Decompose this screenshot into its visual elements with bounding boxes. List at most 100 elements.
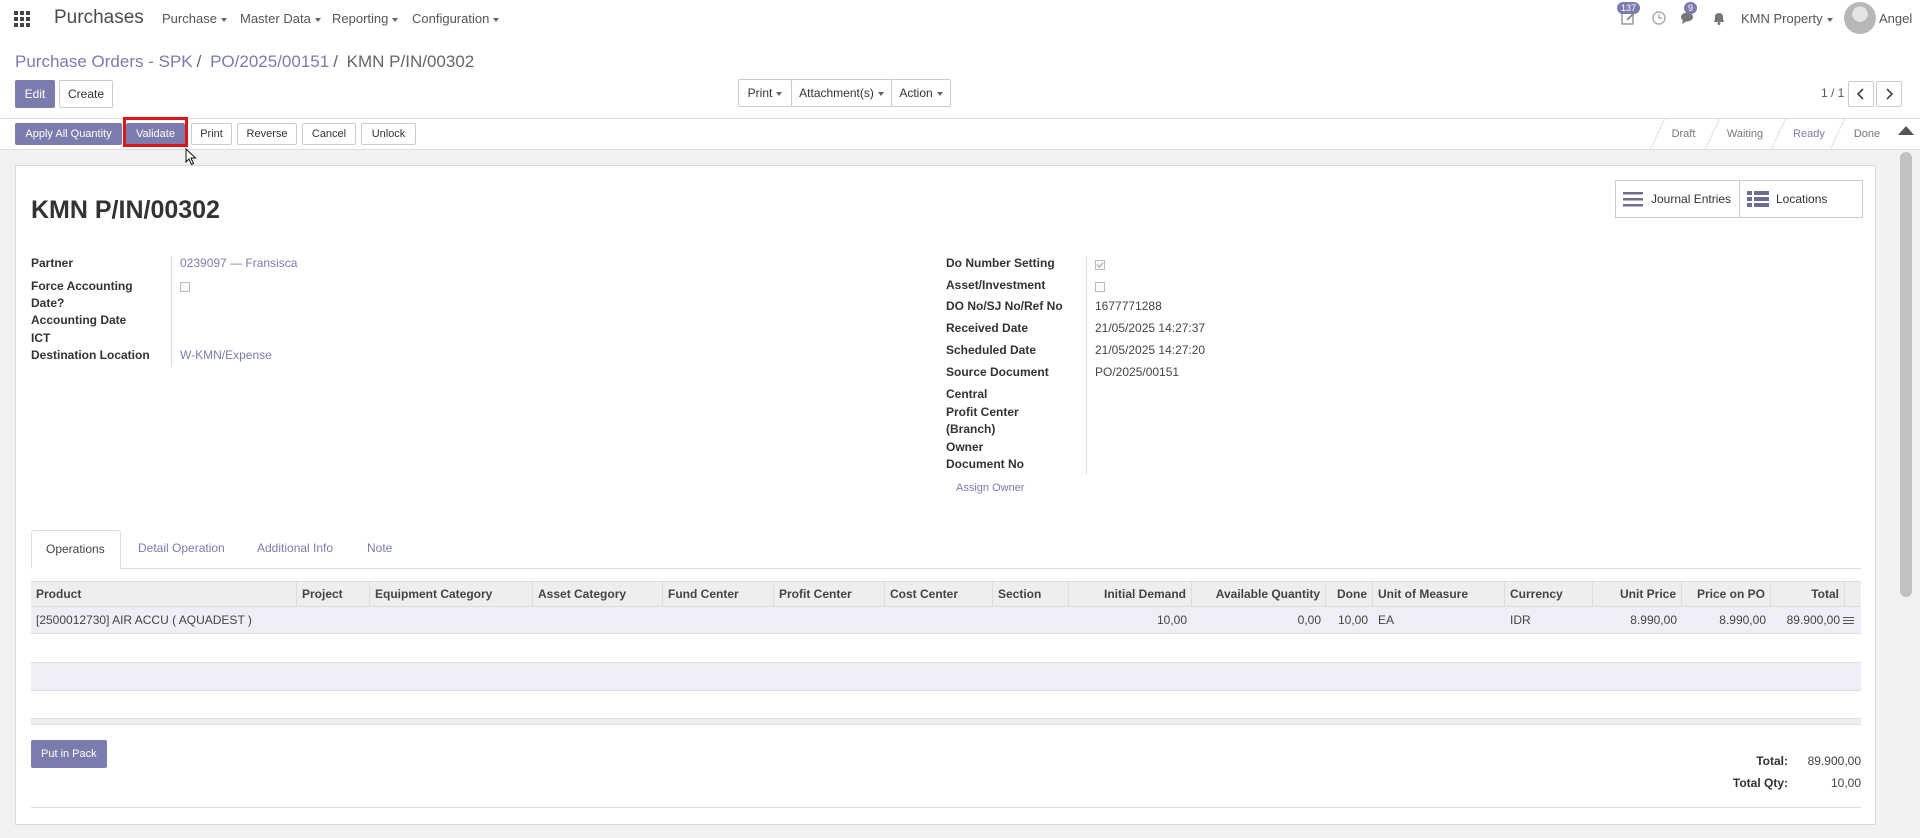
chevron-down-icon xyxy=(877,91,884,96)
field-divider xyxy=(171,256,172,367)
stage-ready[interactable]: Ready xyxy=(1783,119,1835,149)
apply-all-quantity-button[interactable]: Apply All Quantity xyxy=(15,123,122,145)
locations-button[interactable]: Locations xyxy=(1740,181,1862,217)
pager-next-button[interactable] xyxy=(1876,81,1902,107)
scrollbar-thumb[interactable] xyxy=(1900,152,1912,597)
cell-available-quantity[interactable]: 0,00 xyxy=(1192,607,1326,634)
col-section[interactable]: Section xyxy=(993,582,1069,606)
col-equipment-category[interactable]: Equipment Category xyxy=(370,582,533,606)
col-available-quantity[interactable]: Available Quantity xyxy=(1192,582,1326,606)
received-date-value: 21/05/2025 14:27:37 xyxy=(1095,321,1206,335)
avatar[interactable] xyxy=(1844,2,1876,34)
do-no-value: 1677771288 xyxy=(1095,299,1162,313)
table-row[interactable]: [2500012730] AIR ACCU ( AQUADEST ) 10,00… xyxy=(31,607,1861,634)
col-price-on-po[interactable]: Price on PO xyxy=(1682,582,1771,606)
journal-entries-label: Journal Entries xyxy=(1651,192,1732,206)
scheduled-date-value: 21/05/2025 14:27:20 xyxy=(1095,343,1206,357)
menu-master-data[interactable]: Master Data xyxy=(240,11,321,26)
mouse-cursor-icon xyxy=(185,148,197,166)
col-unit-price[interactable]: Unit Price xyxy=(1593,582,1682,606)
chevron-down-icon xyxy=(314,17,321,22)
unlock-button[interactable]: Unlock xyxy=(361,123,416,145)
asset-investment-label: Asset/Investment xyxy=(946,278,1046,292)
put-in-pack-button[interactable]: Put in Pack xyxy=(31,740,107,768)
pager-value[interactable]: 1 / 1 xyxy=(1821,86,1844,100)
do-number-setting-checkbox[interactable] xyxy=(1095,260,1105,270)
col-done[interactable]: Done xyxy=(1326,582,1373,606)
cell-currency[interactable]: IDR xyxy=(1505,607,1593,634)
tab-detail-operation[interactable]: Detail Operation xyxy=(124,530,239,569)
stage-done[interactable]: Done xyxy=(1841,119,1893,149)
col-unit-of-measure[interactable]: Unit of Measure xyxy=(1373,582,1505,606)
col-initial-demand[interactable]: Initial Demand xyxy=(1069,582,1192,606)
total-qty-label: Total Qty: xyxy=(1732,776,1788,790)
cell-unit-of-measure[interactable]: EA xyxy=(1373,607,1505,634)
menu-configuration[interactable]: Configuration xyxy=(412,11,500,26)
user-name[interactable]: Angel xyxy=(1879,11,1912,26)
col-fund-center[interactable]: Fund Center xyxy=(663,582,774,606)
cell-price-on-po[interactable]: 8.990,00 xyxy=(1682,607,1771,634)
print-button[interactable]: Print xyxy=(191,123,232,145)
partner-link[interactable]: 0239097 — Fransisca xyxy=(180,255,297,272)
scroll-up-arrow-icon[interactable] xyxy=(1898,126,1914,135)
chevron-down-icon xyxy=(493,17,500,22)
bell-icon[interactable] xyxy=(1711,10,1727,26)
breadcrumb: Purchase Orders - SPK / PO/2025/00151/ KM… xyxy=(15,52,474,72)
breadcrumb-separator: / xyxy=(333,52,338,71)
reverse-button[interactable]: Reverse xyxy=(237,123,297,145)
source-document-value: PO/2025/00151 xyxy=(1095,365,1180,379)
accounting-date-label: Accounting Date xyxy=(31,313,127,327)
tab-note[interactable]: Note xyxy=(353,530,406,569)
destination-location-link[interactable]: W-KMN/Expense xyxy=(180,347,272,364)
sheet-bottom-divider xyxy=(31,807,1861,808)
col-project[interactable]: Project xyxy=(297,582,370,606)
control-panel: Purchase Orders - SPK / PO/2025/00151/ KM… xyxy=(0,36,1920,118)
scheduled-date-label: Scheduled Date xyxy=(946,343,1037,357)
journal-entries-button[interactable]: Journal Entries xyxy=(1616,181,1740,217)
breadcrumb-purchase-orders[interactable]: Purchase Orders - SPK xyxy=(15,52,193,71)
tab-additional-info[interactable]: Additional Info xyxy=(243,530,347,569)
breadcrumb-current: KMN P/IN/00302 xyxy=(346,52,475,71)
chevron-down-icon xyxy=(936,91,943,96)
stage-waiting[interactable]: Waiting xyxy=(1717,119,1773,149)
status-bar: Apply All Quantity Validate Print Revers… xyxy=(0,118,1920,150)
breadcrumb-separator: / xyxy=(196,52,202,71)
breadcrumb-po[interactable]: PO/2025/00151 xyxy=(210,52,329,71)
col-cost-center[interactable]: Cost Center xyxy=(885,582,993,606)
edit-button[interactable]: Edit xyxy=(15,80,55,108)
action-dropdown[interactable]: Action xyxy=(891,79,951,107)
detail-list-icon[interactable] xyxy=(1843,617,1854,626)
cell-initial-demand[interactable]: 10,00 xyxy=(1069,607,1192,634)
attachments-dropdown[interactable]: Attachment(s) xyxy=(791,79,892,107)
apps-menu-icon[interactable] xyxy=(14,11,30,27)
chevron-left-icon xyxy=(1856,88,1864,100)
force-accounting-date-checkbox[interactable] xyxy=(180,282,190,292)
asset-investment-checkbox[interactable] xyxy=(1095,282,1105,292)
pager-previous-button[interactable] xyxy=(1848,81,1874,107)
assign-owner-link[interactable]: Assign Owner xyxy=(956,480,1024,497)
cancel-button[interactable]: Cancel xyxy=(302,123,356,145)
col-total[interactable]: Total xyxy=(1771,582,1845,606)
menu-purchase[interactable]: Purchase xyxy=(162,11,227,26)
company-switcher[interactable]: KMN Property xyxy=(1741,11,1833,26)
cell-product[interactable]: [2500012730] AIR ACCU ( AQUADEST ) xyxy=(31,607,297,634)
col-product[interactable]: Product xyxy=(31,582,297,606)
stage-draft[interactable]: Draft xyxy=(1660,119,1707,149)
list-icon xyxy=(1747,191,1769,207)
col-currency[interactable]: Currency xyxy=(1505,582,1593,606)
cell-unit-price[interactable]: 8.990,00 xyxy=(1593,607,1682,634)
col-profit-center[interactable]: Profit Center xyxy=(774,582,885,606)
tab-operations[interactable]: Operations xyxy=(31,530,121,569)
menu-reporting[interactable]: Reporting xyxy=(332,11,399,26)
create-button[interactable]: Create xyxy=(59,80,113,108)
table-footer xyxy=(31,718,1861,725)
clock-icon[interactable] xyxy=(1651,10,1667,26)
cell-total[interactable]: 89.900,00 xyxy=(1771,607,1845,634)
cell-done[interactable]: 10,00 xyxy=(1326,607,1373,634)
chevron-down-icon xyxy=(1826,17,1833,22)
print-dropdown[interactable]: Print xyxy=(738,79,792,107)
owner-label: Owner xyxy=(946,440,984,454)
bars-icon xyxy=(1623,192,1643,207)
total-value: 89.900,00 xyxy=(1807,754,1861,768)
col-asset-category[interactable]: Asset Category xyxy=(533,582,663,606)
